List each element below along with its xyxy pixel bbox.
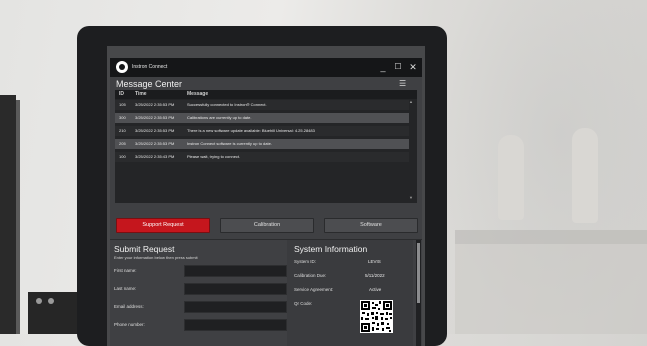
table-row[interactable]: 300 3/25/2022 2:35:53 PM Calibrations ar…: [115, 113, 409, 123]
minimize-button[interactable]: _: [376, 59, 390, 75]
menu-icon[interactable]: ☰: [399, 79, 406, 88]
instron-logo-icon: [116, 61, 128, 73]
table-row[interactable]: 205 3/25/2022 2:35:53 PM Instron Connect…: [115, 139, 409, 149]
scroll-up-arrow-icon[interactable]: ▲: [409, 99, 413, 104]
submit-request-hint: Enter your information below then press …: [114, 255, 198, 260]
system-id-label: System ID:: [294, 259, 317, 264]
row-message: Calibrations are currently up to date.: [187, 115, 252, 120]
column-header-message[interactable]: Message: [187, 91, 208, 97]
message-center-title: Message Center: [116, 79, 183, 89]
phone-field[interactable]: [184, 319, 287, 331]
background-test-frame: [0, 95, 16, 334]
phone-label: Phone number:: [114, 322, 145, 327]
email-label: Email address:: [114, 304, 144, 309]
calibration-button[interactable]: Calibration: [220, 218, 314, 233]
qr-code-image: [360, 300, 393, 333]
close-button[interactable]: ✕: [406, 59, 420, 75]
row-time: 3/25/2022 2:35:53 PM: [135, 141, 175, 146]
row-id: 105: [119, 102, 126, 107]
background-machine: [28, 292, 78, 334]
background-person: [572, 128, 598, 223]
row-time: 3/25/2022 2:35:53 PM: [135, 115, 175, 120]
table-row[interactable]: 100 3/25/2022 2:35:43 PM Please wait, tr…: [115, 152, 409, 162]
app-title: Instron Connect: [132, 64, 168, 70]
table-row[interactable]: 105 3/25/2022 2:35:53 PM Successfully co…: [115, 100, 409, 110]
system-id-value: LEVIS: [368, 259, 381, 264]
system-information-panel: [287, 240, 413, 346]
first-name-field[interactable]: [184, 265, 287, 277]
background-test-frame-rail: [16, 100, 20, 334]
row-id: 100: [119, 154, 126, 159]
row-message: Instron Connect software is currently up…: [187, 141, 272, 146]
row-time: 3/25/2022 2:35:53 PM: [135, 102, 175, 107]
row-message: Please wait, trying to connect.: [187, 154, 241, 159]
background-person: [498, 135, 524, 220]
column-header-id[interactable]: ID: [119, 91, 124, 97]
background-bench: [455, 230, 647, 244]
system-info-scroll-thumb[interactable]: [417, 243, 420, 303]
title-bar: Instron Connect _ ☐ ✕: [110, 58, 422, 77]
last-name-field[interactable]: [184, 283, 287, 295]
row-time: 3/25/2022 2:35:43 PM: [135, 154, 175, 159]
service-agreement-value: Active: [369, 287, 382, 292]
tablet-screen: Instron Connect _ ☐ ✕ Message Center ☰ I…: [107, 46, 425, 346]
scroll-down-arrow-icon[interactable]: ▼: [409, 195, 413, 200]
row-message: Successfully connected to Instron® Conne…: [187, 102, 267, 107]
service-agreement-label: Service Agreement:: [294, 287, 334, 292]
maximize-button[interactable]: ☐: [391, 59, 405, 75]
table-header: ID Time Message: [115, 90, 417, 99]
table-row[interactable]: 210 3/25/2022 2:35:53 PM There is a new …: [115, 126, 409, 136]
row-message: There is a new software update available…: [187, 128, 315, 133]
calibration-due-value: 5/11/2022: [365, 273, 385, 278]
row-id: 210: [119, 128, 126, 133]
submit-request-title: Submit Request: [114, 244, 175, 254]
support-request-button[interactable]: Support Request: [116, 218, 210, 233]
row-id: 300: [119, 115, 126, 120]
background-bench-base: [455, 244, 647, 334]
qr-code-label: Qr Code:: [294, 301, 313, 306]
message-table: ID Time Message ▲ 105 3/25/2022 2:35:53 …: [115, 90, 417, 203]
software-button[interactable]: Software: [324, 218, 418, 233]
first-name-label: First name:: [114, 268, 137, 273]
row-time: 3/25/2022 2:35:53 PM: [135, 128, 175, 133]
app-window: Instron Connect _ ☐ ✕ Message Center ☰ I…: [110, 58, 422, 346]
email-field[interactable]: [184, 301, 287, 313]
column-header-time[interactable]: Time: [135, 91, 147, 97]
last-name-label: Last name:: [114, 286, 137, 291]
system-information-title: System Information: [294, 244, 368, 254]
calibration-due-label: Calibration Due:: [294, 273, 327, 278]
row-id: 205: [119, 141, 126, 146]
